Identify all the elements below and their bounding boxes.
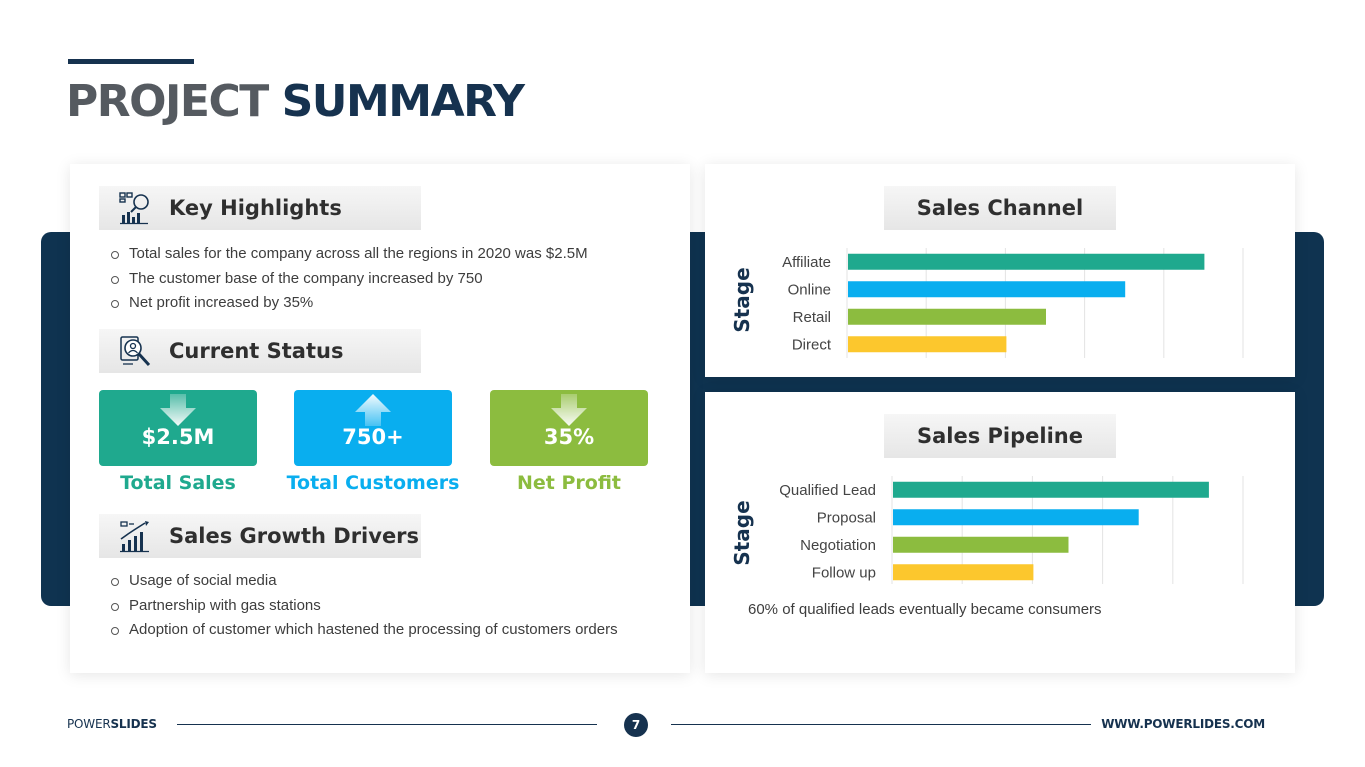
bar-negotiation (893, 536, 1069, 553)
bar-retail (848, 308, 1046, 325)
sales-channel-card: Sales Channel Stage Affiliate Online Retail… (705, 164, 1295, 377)
brand-part-power: POWER (67, 717, 111, 731)
category-label: Online (788, 281, 831, 298)
key-highlights-heading: Key Highlights (169, 196, 342, 220)
chart-annotation: 60% of qualified leads eventually became… (748, 601, 1102, 618)
list-item: Adoption of customer which hastened the … (110, 618, 618, 643)
page-title: PROJECT SUMMARY (66, 76, 525, 128)
kpi-value: $2.5M (141, 425, 215, 449)
page-number: 7 (624, 713, 648, 737)
arrow-up-icon (355, 394, 391, 426)
category-label: Follow up (812, 564, 876, 581)
footer-divider-right (671, 724, 1091, 725)
bar-qualified-lead (893, 481, 1209, 498)
kpi-label-net-profit: Net Profit (517, 472, 621, 494)
brand-part-slides: SLIDES (110, 717, 157, 731)
kpi-total-sales: $2.5M (99, 390, 257, 466)
arrow-down-icon (551, 394, 587, 426)
list-item: The customer base of the company increas… (110, 267, 588, 292)
kpi-label-total-customers: Total Customers (286, 472, 460, 494)
sales-pipeline-card: Sales Pipeline Stage Qualified Lead Propos… (705, 392, 1295, 673)
arrow-down-icon (160, 394, 196, 426)
footer-divider-left (177, 724, 597, 725)
category-label: Negotiation (800, 537, 876, 554)
summary-card: Key Highlights Total sales for the compa… (70, 164, 690, 673)
sales-growth-drivers-header: Sales Growth Drivers (99, 514, 421, 558)
bar-direct (848, 336, 1007, 353)
footer-url: WWW.POWERLIDES.COM (1101, 717, 1265, 731)
list-item: Net profit increased by 35% (110, 291, 588, 316)
title-part-summary: SUMMARY (281, 76, 525, 127)
list-item: Usage of social media (110, 569, 618, 594)
bar-proposal (893, 509, 1139, 526)
current-status-heading: Current Status (169, 339, 344, 363)
sales-growth-drivers-heading: Sales Growth Drivers (169, 524, 420, 548)
growth-chart-icon (117, 518, 153, 554)
kpi-value: 750+ (342, 425, 404, 449)
category-label: Affiliate (782, 254, 831, 271)
key-highlights-header: Key Highlights (99, 186, 421, 230)
list-item: Partnership with gas stations (110, 594, 618, 619)
bar-follow-up (893, 564, 1034, 581)
axis-label: Stage (730, 500, 754, 565)
analytics-icon (117, 190, 153, 226)
key-highlights-list: Total sales for the company across all t… (110, 242, 588, 316)
category-label: Direct (792, 336, 832, 353)
title-part-project: PROJECT (66, 76, 269, 127)
user-search-icon (117, 333, 153, 369)
category-label: Retail (793, 309, 831, 326)
kpi-label-total-sales: Total Sales (120, 472, 236, 494)
kpi-value: 35% (543, 425, 595, 449)
kpi-net-profit: 35% (490, 390, 648, 466)
sales-pipeline-chart: Stage Qualified Lead Proposal Negotiation Fo… (730, 476, 1244, 584)
axis-label: Stage (730, 267, 754, 332)
current-status-header: Current Status (99, 329, 421, 373)
bar-online (848, 281, 1126, 298)
category-label: Proposal (817, 509, 876, 526)
sales-channel-chart: Stage Affiliate Online Retail Direct (730, 248, 1244, 358)
kpi-total-customers: 750+ (294, 390, 452, 466)
bar-affiliate (848, 253, 1205, 270)
sales-growth-drivers-list: Usage of social media Partnership with g… (110, 569, 618, 643)
footer-brand: POWERSLIDES (67, 717, 157, 731)
list-item: Total sales for the company across all t… (110, 242, 588, 267)
title-accent-bar (68, 59, 194, 64)
category-label: Qualified Lead (779, 482, 876, 499)
